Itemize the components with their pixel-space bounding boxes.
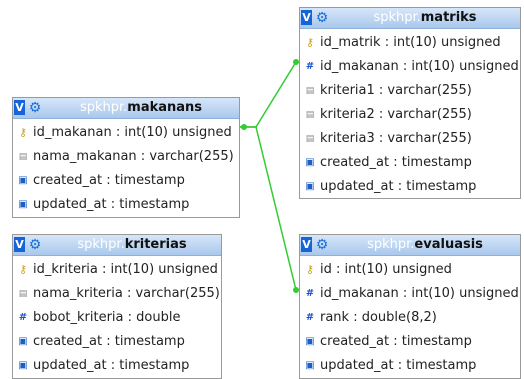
gear-icon[interactable]: ⚙ bbox=[315, 8, 329, 28]
relation-line-evaluasis bbox=[240, 126, 300, 291]
numeric-column-icon: # bbox=[305, 61, 315, 72]
column-row[interactable]: ⚷ id_makanan : int(10) unsigned bbox=[13, 121, 239, 145]
column-row[interactable]: ▣ created_at : timestamp bbox=[13, 330, 221, 354]
column-label: rank : double(8,2) bbox=[320, 310, 437, 325]
primary-key-icon: ⚷ bbox=[305, 263, 315, 276]
relation-line-matriks bbox=[240, 61, 300, 128]
column-list: ⚷ id_makanan : int(10) unsigned ▤ nama_maka… bbox=[13, 119, 239, 217]
numeric-column-icon: # bbox=[305, 288, 315, 299]
table-header[interactable]: V ⚙ spkhpr.kriterias bbox=[13, 235, 221, 256]
datetime-column-icon: ▣ bbox=[18, 199, 28, 210]
column-label: kriteria3 : varchar(255) bbox=[320, 131, 472, 146]
table-makanans[interactable]: V ⚙ spkhpr.makanans ⚷ id_makanan : int(10… bbox=[12, 97, 240, 218]
table-matriks[interactable]: V ⚙ spkhpr.matriks ⚷ id_matrik : int(10) … bbox=[299, 7, 521, 199]
column-row[interactable]: ▤ kriteria2 : varchar(255) bbox=[300, 103, 520, 127]
column-row[interactable]: ⚷ id_kriteria : int(10) unsigned bbox=[13, 258, 221, 282]
column-row[interactable]: ▣ created_at : timestamp bbox=[13, 169, 239, 193]
column-label: nama_makanan : varchar(255) bbox=[33, 149, 234, 164]
column-label: id_makanan : int(10) unsigned bbox=[320, 59, 519, 74]
column-row[interactable]: # bobot_kriteria : double bbox=[13, 306, 221, 330]
column-label: id_kriteria : int(10) unsigned bbox=[33, 262, 218, 277]
text-column-icon: ▤ bbox=[305, 110, 315, 120]
column-label: updated_at : timestamp bbox=[320, 358, 477, 373]
column-label: nama_kriteria : varchar(255) bbox=[33, 286, 220, 301]
text-column-icon: ▤ bbox=[305, 86, 315, 96]
gear-icon[interactable]: ⚙ bbox=[315, 235, 329, 255]
gear-icon[interactable]: ⚙ bbox=[28, 98, 42, 118]
column-label: created_at : timestamp bbox=[320, 334, 472, 349]
datetime-column-icon: ▣ bbox=[18, 360, 28, 371]
column-row[interactable]: ▣ updated_at : timestamp bbox=[13, 193, 239, 217]
column-row[interactable]: ▤ nama_makanan : varchar(255) bbox=[13, 145, 239, 169]
table-evaluasis[interactable]: V ⚙ spkhpr.evaluasis ⚷ id : int(10) unsig… bbox=[299, 234, 521, 379]
table-header[interactable]: V ⚙ spkhpr.evaluasis bbox=[300, 235, 520, 256]
primary-key-icon: ⚷ bbox=[305, 36, 315, 49]
relation-endpoint-makanans bbox=[241, 124, 247, 130]
primary-key-icon: ⚷ bbox=[18, 126, 28, 139]
column-row[interactable]: ⚷ id_matrik : int(10) unsigned bbox=[300, 31, 520, 55]
column-row[interactable]: ⚷ id : int(10) unsigned bbox=[300, 258, 520, 282]
view-toggle-icon[interactable]: V bbox=[301, 10, 312, 25]
table-title: spkhpr.evaluasis bbox=[367, 237, 483, 252]
datetime-column-icon: ▣ bbox=[18, 175, 28, 186]
datetime-column-icon: ▣ bbox=[305, 336, 315, 347]
table-title: spkhpr.kriterias bbox=[77, 237, 187, 252]
text-column-icon: ▤ bbox=[18, 289, 28, 299]
column-label: id_matrik : int(10) unsigned bbox=[320, 35, 501, 50]
column-label: updated_at : timestamp bbox=[33, 197, 190, 212]
table-header[interactable]: V ⚙ spkhpr.makanans bbox=[13, 98, 239, 119]
primary-key-icon: ⚷ bbox=[18, 263, 28, 276]
view-toggle-icon[interactable]: V bbox=[14, 100, 25, 115]
view-toggle-icon[interactable]: V bbox=[301, 237, 312, 252]
column-row[interactable]: ▤ kriteria1 : varchar(255) bbox=[300, 79, 520, 103]
column-row[interactable]: ▣ updated_at : timestamp bbox=[300, 354, 520, 378]
column-label: updated_at : timestamp bbox=[320, 179, 477, 194]
column-list: ⚷ id : int(10) unsigned # id_makanan : int(… bbox=[300, 256, 520, 378]
column-row[interactable]: ▣ created_at : timestamp bbox=[300, 330, 520, 354]
column-row[interactable]: # id_makanan : int(10) unsigned bbox=[300, 55, 520, 79]
datetime-column-icon: ▣ bbox=[305, 157, 315, 168]
column-label: kriteria2 : varchar(255) bbox=[320, 107, 472, 122]
column-row[interactable]: # rank : double(8,2) bbox=[300, 306, 520, 330]
table-header[interactable]: V ⚙ spkhpr.matriks bbox=[300, 8, 520, 29]
column-list: ⚷ id_matrik : int(10) unsigned # id_makanan… bbox=[300, 29, 520, 198]
column-row[interactable]: ▤ nama_kriteria : varchar(255) bbox=[13, 282, 221, 306]
column-label: id : int(10) unsigned bbox=[320, 262, 452, 277]
column-label: created_at : timestamp bbox=[33, 334, 185, 349]
datetime-column-icon: ▣ bbox=[305, 360, 315, 371]
column-label: id_makanan : int(10) unsigned bbox=[320, 286, 519, 301]
column-list: ⚷ id_kriteria : int(10) unsigned ▤ nama_kri… bbox=[13, 256, 221, 378]
column-row[interactable]: ▣ created_at : timestamp bbox=[300, 151, 520, 175]
text-column-icon: ▤ bbox=[305, 134, 315, 144]
datetime-column-icon: ▣ bbox=[18, 336, 28, 347]
column-label: updated_at : timestamp bbox=[33, 358, 190, 373]
numeric-column-icon: # bbox=[18, 312, 28, 323]
view-toggle-icon[interactable]: V bbox=[14, 237, 25, 252]
column-row[interactable]: # id_makanan : int(10) unsigned bbox=[300, 282, 520, 306]
text-column-icon: ▤ bbox=[18, 152, 28, 162]
table-kriterias[interactable]: V ⚙ spkhpr.kriterias ⚷ id_kriteria : int(… bbox=[12, 234, 222, 379]
column-label: bobot_kriteria : double bbox=[33, 310, 181, 325]
datetime-column-icon: ▣ bbox=[305, 181, 315, 192]
column-label: created_at : timestamp bbox=[33, 173, 185, 188]
column-row[interactable]: ▤ kriteria3 : varchar(255) bbox=[300, 127, 520, 151]
gear-icon[interactable]: ⚙ bbox=[28, 235, 42, 255]
column-row[interactable]: ▣ updated_at : timestamp bbox=[13, 354, 221, 378]
table-title: spkhpr.makanans bbox=[79, 100, 203, 115]
column-label: kriteria1 : varchar(255) bbox=[320, 83, 472, 98]
column-label: created_at : timestamp bbox=[320, 155, 472, 170]
column-label: id_makanan : int(10) unsigned bbox=[33, 125, 232, 140]
numeric-column-icon: # bbox=[305, 312, 315, 323]
column-row[interactable]: ▣ updated_at : timestamp bbox=[300, 175, 520, 198]
table-title: spkhpr.matriks bbox=[373, 10, 477, 25]
